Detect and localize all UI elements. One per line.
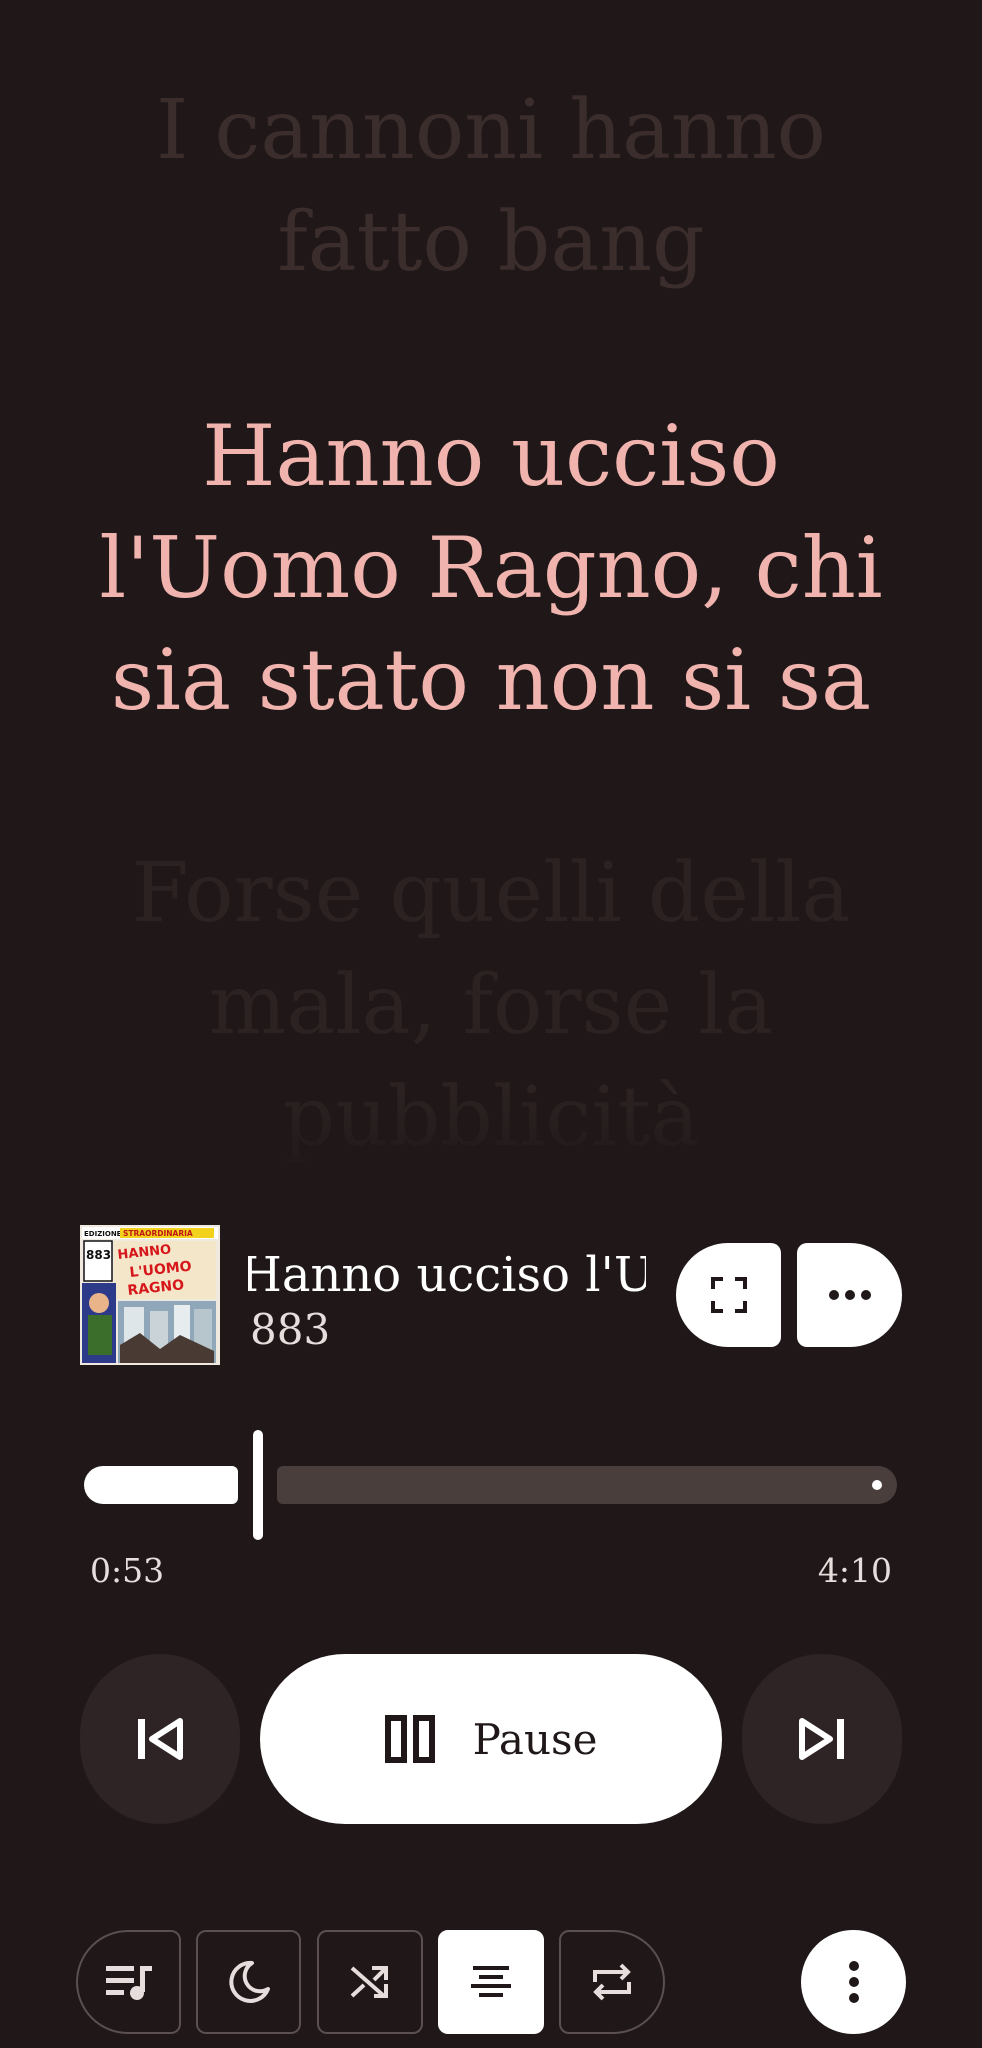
queue-button[interactable] bbox=[76, 1930, 181, 2034]
skip-previous-icon bbox=[138, 1718, 183, 1760]
play-pause-button[interactable]: Pause bbox=[260, 1654, 722, 1824]
lyric-text: sia stato non si sa bbox=[110, 631, 872, 729]
album-art-banner-left: EDIZIONE bbox=[84, 1230, 122, 1238]
album-art-image: EDIZIONE STRAORDINARIA 883 HANNO L'UOMO … bbox=[80, 1225, 220, 1365]
lyric-text: Hanno ucciso bbox=[202, 407, 780, 505]
lyrics-fade-overlay bbox=[0, 1090, 982, 1200]
shuffle-icon bbox=[350, 1966, 388, 1998]
play-pause-label: Pause bbox=[472, 1714, 598, 1764]
total-time: 4:10 bbox=[817, 1551, 892, 1590]
lyric-line-current[interactable]: Hanno ucciso l'Uomo Ragno, chi sia stato… bbox=[40, 400, 942, 736]
previous-track-button[interactable] bbox=[80, 1654, 240, 1824]
lyric-text: fatto bang bbox=[277, 195, 705, 290]
shuffle-button[interactable] bbox=[317, 1930, 423, 2034]
next-track-button[interactable] bbox=[742, 1654, 902, 1824]
album-art-logo: 883 bbox=[86, 1248, 111, 1262]
lyric-text: I cannoni hanno bbox=[155, 83, 827, 178]
lyrics-view[interactable]: I cannoni hanno fatto bang Hanno ucciso … bbox=[0, 0, 982, 1200]
seek-bar-remaining bbox=[277, 1466, 897, 1504]
fullscreen-icon bbox=[710, 1277, 747, 1313]
skip-next-icon bbox=[799, 1718, 844, 1760]
elapsed-time: 0:53 bbox=[90, 1551, 165, 1590]
lyric-text: Forse quelli della bbox=[131, 846, 851, 941]
lyric-line-past[interactable]: I cannoni hanno fatto bang bbox=[40, 75, 942, 299]
track-title: Hanno ucciso l'Uomo Ragno bbox=[248, 1247, 646, 1303]
seek-bar-played bbox=[84, 1466, 238, 1504]
album-art[interactable]: EDIZIONE STRAORDINARIA 883 HANNO L'UOMO … bbox=[80, 1225, 220, 1365]
player-menu-button[interactable] bbox=[801, 1930, 906, 2034]
track-title-marquee[interactable]: Hanno ucciso l'Uomo Ragno bbox=[248, 1245, 646, 1305]
repeat-button[interactable] bbox=[559, 1930, 665, 2034]
more-vertical-icon bbox=[848, 1961, 859, 2003]
queue-icon bbox=[105, 1966, 152, 2000]
lyric-text: mala, forse la bbox=[208, 958, 774, 1053]
lyrics-button[interactable] bbox=[438, 1930, 544, 2034]
more-horizontal-icon bbox=[828, 1290, 871, 1300]
pause-icon bbox=[384, 1715, 435, 1763]
sleep-timer-button[interactable] bbox=[196, 1930, 301, 2034]
sleep-timer-icon bbox=[228, 1960, 270, 2003]
fullscreen-button[interactable] bbox=[676, 1243, 781, 1347]
lyrics-icon bbox=[471, 1966, 511, 1997]
album-art-banner-right: STRAORDINARIA bbox=[123, 1229, 193, 1238]
more-options-button[interactable] bbox=[797, 1243, 902, 1347]
seek-bar-end-dot bbox=[872, 1480, 882, 1490]
seek-bar-thumb[interactable] bbox=[253, 1430, 263, 1540]
repeat-icon bbox=[593, 1963, 631, 2001]
track-artist[interactable]: 883 bbox=[250, 1302, 330, 1358]
lyric-text: l'Uomo Ragno, chi bbox=[99, 519, 883, 617]
